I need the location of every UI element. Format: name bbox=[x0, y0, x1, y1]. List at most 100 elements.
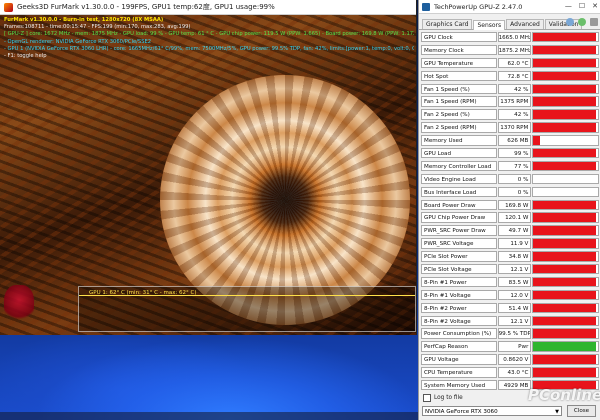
sensor-graph-fill bbox=[533, 71, 597, 81]
sensor-value[interactable]: 42 % bbox=[497, 109, 532, 120]
minimize-button[interactable]: — bbox=[565, 2, 572, 10]
sensor-graph bbox=[532, 57, 599, 69]
close-window-button[interactable]: ✕ bbox=[592, 2, 598, 10]
sensor-name[interactable]: GPU Clock bbox=[421, 31, 497, 43]
log-to-file-checkbox[interactable] bbox=[423, 394, 431, 402]
sensor-graph-fill bbox=[533, 239, 597, 248]
camera-icon[interactable] bbox=[566, 18, 574, 26]
sensor-value[interactable]: 12.1 V bbox=[497, 263, 532, 275]
sensor-name[interactable]: PCIe Slot Voltage bbox=[421, 263, 497, 275]
sensor-value[interactable]: 169.8 W bbox=[497, 199, 532, 211]
sensor-name[interactable]: PWR_SRC Voltage bbox=[421, 238, 497, 249]
sensor-value[interactable]: 72.8 °C bbox=[497, 70, 532, 82]
chevron-down-icon: ▼ bbox=[555, 409, 559, 415]
sensor-value[interactable]: 4929 MB bbox=[497, 379, 532, 391]
sensor-value[interactable]: 83.5 W bbox=[497, 276, 532, 288]
sensor-value[interactable]: 42 % bbox=[497, 83, 532, 94]
sensor-graph-fill bbox=[533, 45, 597, 55]
sensor-value[interactable]: 1370 RPM bbox=[497, 122, 532, 133]
sensor-name[interactable]: PWR_SRC Power Draw bbox=[421, 225, 497, 236]
sensor-name[interactable]: CPU Temperature bbox=[421, 367, 497, 378]
sensor-graph-fill bbox=[533, 368, 597, 377]
sensor-graph-fill bbox=[533, 252, 597, 261]
gpuz-titlebar[interactable]: TechPowerUp GPU-Z 2.47.0 — ☐ ✕ bbox=[419, 0, 600, 14]
furmark-titlebar[interactable]: Geeks3D FurMark v1.30.0.0 - 199FPS, GPU1… bbox=[0, 0, 416, 15]
sensor-graph bbox=[532, 276, 599, 288]
sensor-name[interactable]: Memory Controller Load bbox=[421, 160, 497, 172]
sensor-name[interactable]: Hot Spot bbox=[421, 70, 497, 82]
sensor-name[interactable]: Bus Interface Load bbox=[421, 186, 497, 198]
sensor-name[interactable]: 8-Pin #2 Voltage bbox=[421, 315, 497, 327]
sensor-name[interactable]: PerfCap Reason bbox=[421, 341, 497, 352]
sensor-row: GPU Clock 1665.0 MHz bbox=[421, 31, 599, 43]
sensor-name[interactable]: Memory Clock bbox=[421, 44, 497, 56]
sensor-value[interactable]: 1875.2 MHz bbox=[497, 44, 532, 56]
sensor-name[interactable]: GPU Load bbox=[421, 147, 497, 159]
menu-icon[interactable] bbox=[590, 18, 598, 26]
sensor-value[interactable]: 51.4 W bbox=[497, 302, 532, 314]
sensor-graph bbox=[532, 315, 599, 327]
pconline-watermark: PConline bbox=[528, 386, 600, 404]
sensor-value[interactable]: 12.1 V bbox=[497, 315, 532, 327]
temperature-graph: GPU 1: 62° C (min: 31° C - max: 62° C) bbox=[78, 286, 416, 332]
sensor-value[interactable]: 1665.0 MHz bbox=[497, 31, 532, 43]
overlay-line: FurMark v1.30.0.0 - Burn-in test, 1280x7… bbox=[4, 17, 164, 23]
sensor-value[interactable]: 626 MB bbox=[497, 135, 532, 146]
sensor-row: GPU Voltage 0.8620 V bbox=[421, 353, 599, 365]
sensor-name[interactable]: GPU Voltage bbox=[421, 354, 497, 365]
sensor-row: Memory Used 626 MB bbox=[421, 134, 599, 146]
sensor-value[interactable]: 62.0 °C bbox=[497, 57, 532, 69]
tab-graphics-card[interactable]: Graphics Card bbox=[422, 19, 473, 29]
sensor-value[interactable]: 43.0 °C bbox=[497, 367, 532, 378]
sensor-value[interactable]: 34.8 W bbox=[497, 251, 532, 262]
sensor-graph-fill bbox=[533, 355, 597, 364]
sensor-name[interactable]: Power Consumption (%) bbox=[421, 328, 497, 339]
sensor-value[interactable]: 49.7 W bbox=[497, 225, 532, 236]
gpu-select-dropdown[interactable]: NVIDIA GeForce RTX 3060 ▼ bbox=[422, 406, 562, 416]
sensor-value[interactable]: 12.0 V bbox=[497, 289, 532, 301]
sensor-name[interactable]: Video Engine Load bbox=[421, 173, 497, 185]
sensor-value[interactable]: Pwr bbox=[497, 341, 532, 352]
sensor-name[interactable]: GPU Temperature bbox=[421, 57, 497, 69]
overlay-line: Frames:108711 - time:00:15:47 - FPS:199 … bbox=[4, 24, 191, 31]
sensor-name[interactable]: 8-Pin #1 Voltage bbox=[421, 289, 497, 301]
sensor-value[interactable]: 0.8620 V bbox=[497, 354, 532, 365]
sensor-list: GPU Clock 1665.0 MHz Memory Clock 1875.2 MH… bbox=[419, 30, 600, 391]
overlay-line: - GPU 1 (NVIDIA GeForce RTX 3060 LHR) - … bbox=[4, 45, 414, 52]
sensor-row: 8-Pin #2 Voltage 12.1 V bbox=[421, 315, 599, 327]
sensor-name[interactable]: 8-Pin #2 Power bbox=[421, 302, 497, 314]
sensor-value[interactable]: 11.9 V bbox=[497, 238, 532, 249]
maximize-button[interactable]: ☐ bbox=[579, 2, 585, 10]
sensor-name[interactable]: PCIe Slot Power bbox=[421, 251, 497, 262]
sensor-graph bbox=[532, 354, 599, 365]
sensor-row: Board Power Draw 169.8 W bbox=[421, 199, 599, 211]
sensor-name[interactable]: Fan 2 Speed (RPM) bbox=[421, 122, 497, 133]
sensor-value[interactable]: 1375 RPM bbox=[497, 96, 532, 107]
sensor-name[interactable]: 8-Pin #1 Power bbox=[421, 276, 497, 288]
sensor-name[interactable]: Memory Used bbox=[421, 135, 497, 146]
sensor-value[interactable]: 0 % bbox=[497, 186, 532, 198]
sensor-name[interactable]: Fan 1 Speed (%) bbox=[421, 83, 497, 94]
sensor-row: GPU Load 99 % bbox=[421, 147, 599, 159]
sensor-row: Fan 1 Speed (RPM) 1375 RPM bbox=[421, 95, 599, 107]
sensor-value[interactable]: 120.1 W bbox=[497, 212, 532, 223]
refresh-icon[interactable] bbox=[578, 18, 586, 26]
sensor-value[interactable]: 0 % bbox=[497, 173, 532, 185]
sensor-value[interactable]: 99.5 % TDP bbox=[497, 328, 532, 339]
gpuz-window[interactable]: TechPowerUp GPU-Z 2.47.0 — ☐ ✕ Graphics … bbox=[418, 0, 600, 420]
sensor-row: 8-Pin #1 Power 83.5 W bbox=[421, 276, 599, 288]
sensor-value[interactable]: 99 % bbox=[497, 147, 532, 159]
sensor-value[interactable]: 77 % bbox=[497, 160, 532, 172]
tab-advanced[interactable]: Advanced bbox=[506, 19, 544, 29]
sensor-name[interactable]: GPU Chip Power Draw bbox=[421, 212, 497, 223]
tab-sensors[interactable]: Sensors bbox=[473, 20, 506, 30]
sensor-name[interactable]: Board Power Draw bbox=[421, 199, 497, 211]
sensor-name[interactable]: System Memory Used bbox=[421, 379, 497, 391]
furmark-window[interactable]: Geeks3D FurMark v1.30.0.0 - 199FPS, GPU1… bbox=[0, 0, 417, 335]
sensor-name[interactable]: Fan 1 Speed (RPM) bbox=[421, 96, 497, 107]
sensor-graph bbox=[532, 122, 599, 133]
furmark-logo-icon bbox=[4, 285, 34, 323]
sensor-name[interactable]: Fan 2 Speed (%) bbox=[421, 109, 497, 120]
close-button[interactable]: Close bbox=[567, 405, 596, 417]
sensor-graph bbox=[532, 367, 599, 378]
